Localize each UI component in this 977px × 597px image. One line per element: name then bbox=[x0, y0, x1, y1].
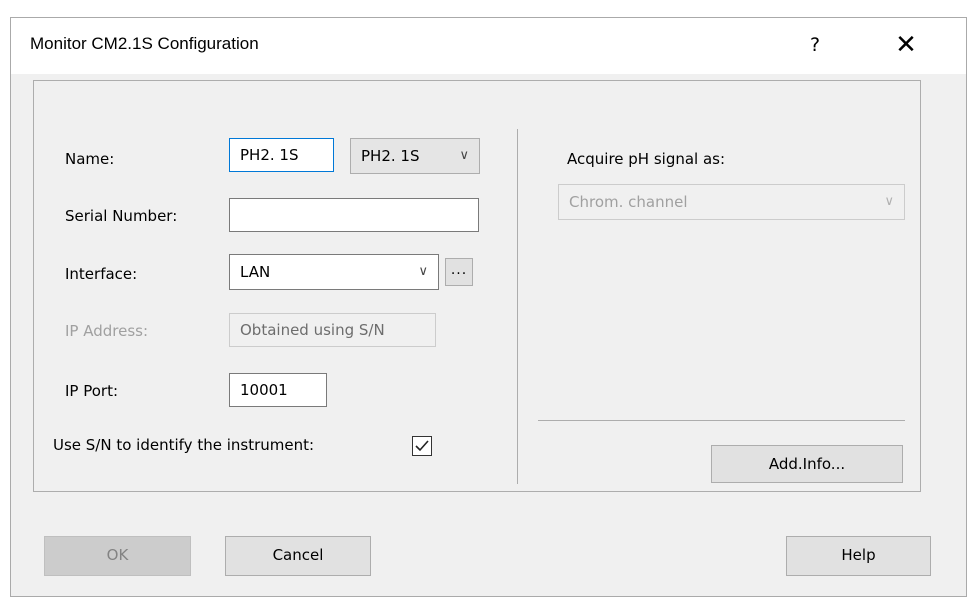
ip-address-input: Obtained using S/N bbox=[229, 313, 436, 347]
vertical-divider bbox=[517, 129, 518, 484]
name-input[interactable]: PH2. 1S bbox=[229, 138, 334, 172]
interface-label: Interface: bbox=[65, 265, 138, 283]
acquire-select: Chrom. channel ∨ bbox=[558, 184, 905, 220]
chevron-down-icon: ∨ bbox=[418, 264, 428, 279]
checkmark-icon bbox=[415, 440, 429, 452]
add-info-button[interactable]: Add.Info... bbox=[711, 445, 903, 483]
help-question-icon[interactable]: ? bbox=[801, 30, 829, 60]
use-sn-label: Use S/N to identify the instrument: bbox=[53, 436, 315, 454]
help-button[interactable]: Help bbox=[786, 536, 931, 576]
cancel-button[interactable]: Cancel bbox=[225, 536, 371, 576]
title-bar: Monitor CM2.1S Configuration ? ✕ bbox=[11, 18, 966, 74]
horizontal-divider bbox=[538, 420, 905, 421]
ip-port-label: IP Port: bbox=[65, 382, 119, 400]
ok-button[interactable]: OK bbox=[44, 536, 191, 576]
close-icon[interactable]: ✕ bbox=[891, 30, 921, 60]
interface-settings-button[interactable]: ... bbox=[445, 258, 473, 286]
name-label: Name: bbox=[65, 150, 115, 168]
name-combo[interactable]: PH2. 1S ∨ bbox=[350, 138, 480, 174]
acquire-label: Acquire pH signal as: bbox=[567, 150, 726, 168]
ip-address-label: IP Address: bbox=[65, 322, 149, 340]
serial-number-label: Serial Number: bbox=[65, 207, 178, 225]
chevron-down-icon: ∨ bbox=[884, 194, 894, 209]
interface-value: LAN bbox=[240, 263, 271, 281]
name-combo-value: PH2. 1S bbox=[361, 147, 420, 165]
interface-select[interactable]: LAN ∨ bbox=[229, 254, 439, 290]
ip-port-input[interactable]: 10001 bbox=[229, 373, 327, 407]
acquire-value: Chrom. channel bbox=[569, 193, 688, 211]
use-sn-checkbox[interactable] bbox=[412, 436, 432, 456]
chevron-down-icon: ∨ bbox=[459, 148, 469, 163]
serial-number-input[interactable] bbox=[229, 198, 479, 232]
window-title: Monitor CM2.1S Configuration bbox=[30, 34, 259, 53]
